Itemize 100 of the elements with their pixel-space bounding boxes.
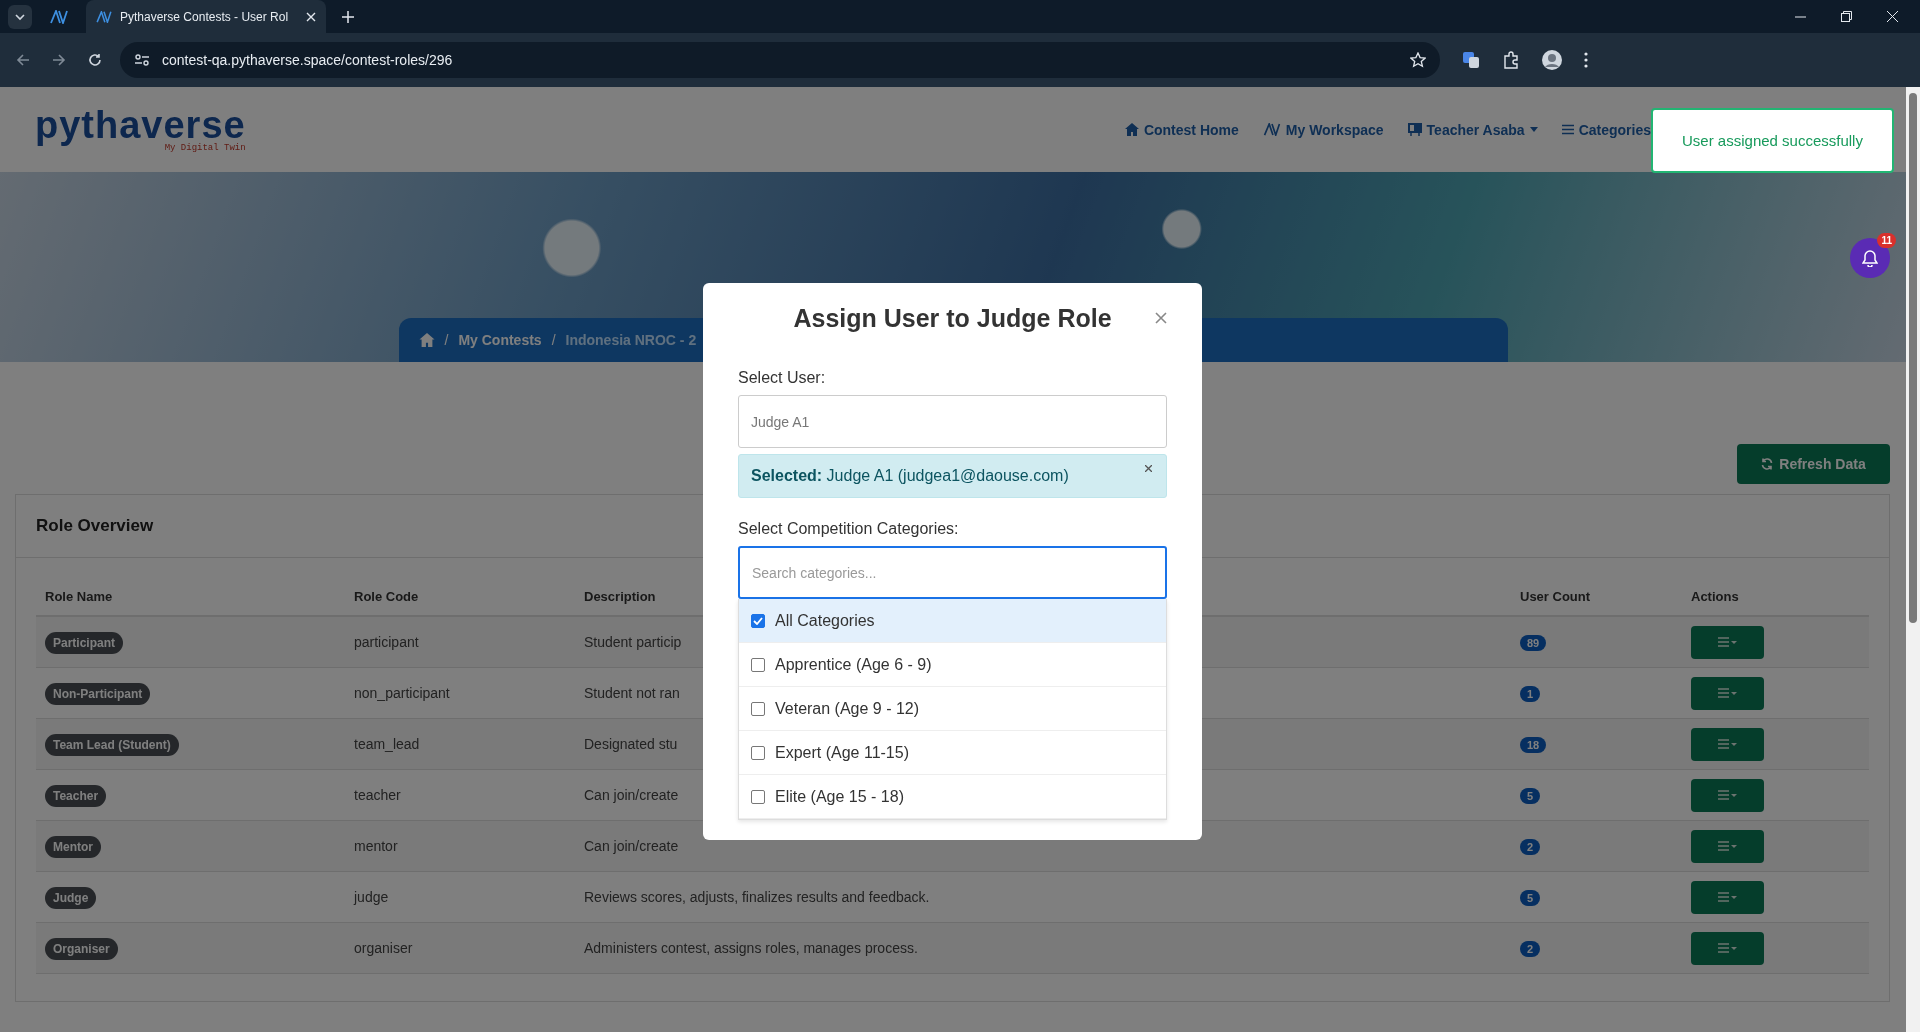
browser-tab[interactable]: Pythaverse Contests - User Rol (86, 0, 326, 33)
close-icon[interactable] (1145, 465, 1152, 472)
new-tab-icon[interactable] (342, 10, 354, 23)
more-icon[interactable] (1584, 52, 1588, 68)
column-header: Description (583, 589, 657, 604)
table-cell: Student particip (584, 634, 682, 650)
role-name-tag: Mentor (45, 836, 101, 858)
table-cell: participant (354, 634, 419, 650)
actions-dropdown-button[interactable] (1691, 676, 1764, 710)
logo[interactable]: pythaverse My Digital Twin (35, 106, 246, 153)
role-name-tag: Teacher (45, 785, 107, 807)
role-name-tag: Participant (45, 632, 123, 654)
category-option[interactable]: Elite (Age 15 - 18) (739, 775, 1166, 819)
checkbox[interactable] (751, 789, 765, 804)
selected-user-text: Selected: Judge A1 (judgea1@daouse.com) (751, 467, 1069, 485)
user-count-badge: 5 (1520, 890, 1541, 906)
forward-icon[interactable] (52, 53, 66, 67)
menu-icon (1561, 124, 1574, 135)
actions-dropdown-button[interactable] (1691, 727, 1764, 761)
category-search-field[interactable]: Search categories... (738, 546, 1167, 599)
refresh-icon (1761, 458, 1774, 470)
toast-message: User assigned successfully (1682, 132, 1863, 149)
address-bar[interactable]: contest-qa.pythaverse.space/contest-roles/296 (120, 42, 1440, 78)
chalkboard-icon (1407, 123, 1422, 136)
column-header: Actions (1690, 589, 1740, 604)
breadcrumb-link[interactable]: My Contests (458, 332, 542, 348)
breadcrumb-link[interactable]: Indonesia NROC - 2 (565, 332, 697, 348)
dialog-title: Assign User to Judge Role (793, 303, 1112, 333)
refresh-button[interactable]: Refresh Data (1737, 444, 1890, 484)
checkbox[interactable] (751, 701, 765, 716)
field-label: Select Competition Categories: (738, 520, 960, 538)
role-name-tag: Non-Participant (45, 683, 151, 705)
table-cell: non_participant (354, 685, 450, 701)
card-title: Role Overview (36, 516, 154, 536)
nav-link[interactable]: Categories (1561, 121, 1651, 138)
bell-icon (1862, 249, 1878, 267)
actions-dropdown-button[interactable] (1691, 880, 1764, 914)
role-name-tag: Team Lead (Student) (45, 734, 179, 756)
field-label: Select User: (738, 369, 827, 387)
breadcrumb-separator: / (444, 332, 449, 348)
category-option[interactable]: Veteran (Age 9 - 12) (739, 687, 1166, 731)
profile-avatar-icon[interactable] (1542, 50, 1562, 70)
checkbox[interactable] (751, 657, 765, 672)
user-input-field[interactable]: Judge A1 (738, 395, 1167, 448)
menu-caret-icon (1717, 790, 1738, 800)
menu-caret-icon (1717, 688, 1738, 698)
nav-link[interactable]: Teacher Asaba (1407, 121, 1538, 138)
star-icon[interactable] (1410, 52, 1426, 68)
home-icon[interactable] (418, 333, 435, 347)
restore-icon[interactable] (1841, 11, 1852, 22)
user-count-badge: 18 (1520, 737, 1547, 753)
translate-icon[interactable] (1462, 51, 1480, 69)
menu-caret-icon (1717, 943, 1738, 953)
table-cell: Reviews scores, adjusts, finalizes results and feedback. (584, 889, 930, 905)
table-cell: Can join/create (584, 838, 679, 854)
actions-dropdown-button[interactable] (1691, 931, 1764, 965)
table-cell: team_lead (354, 736, 420, 752)
user-count-badge: 2 (1520, 839, 1541, 855)
menu-caret-icon (1717, 637, 1738, 647)
role-name-tag: Organiser (45, 938, 118, 960)
user-count-badge: 1 (1520, 686, 1541, 702)
back-icon[interactable] (16, 53, 30, 67)
category-option[interactable]: Apprentice (Age 6 - 9) (739, 643, 1166, 687)
table-cell: Can join/create (584, 787, 679, 803)
menu-caret-icon (1717, 841, 1738, 851)
actions-dropdown-button[interactable] (1691, 778, 1764, 812)
menu-caret-icon (1717, 739, 1738, 749)
category-option[interactable]: Expert (Age 11-15) (739, 731, 1166, 775)
table-cell: Administers contest, assigns roles, manages process. (584, 940, 918, 956)
scrollbar[interactable] (1906, 87, 1920, 1032)
breadcrumb-separator: / (551, 332, 556, 348)
user-count-badge: 2 (1520, 941, 1541, 957)
column-header: Role Code (353, 589, 420, 604)
menu-caret-icon (1717, 892, 1738, 902)
table-cell: teacher (354, 787, 401, 803)
tab-search-button[interactable] (8, 4, 32, 29)
checkbox[interactable] (751, 745, 765, 760)
logo-icon (1262, 123, 1281, 136)
checkbox[interactable] (751, 613, 765, 628)
actions-dropdown-button[interactable] (1691, 829, 1764, 863)
nav-link[interactable]: Contest Home (1124, 121, 1239, 138)
table-cell: Designated stu (584, 736, 678, 752)
user-count-badge: 5 (1520, 788, 1541, 804)
table-cell: judge (354, 889, 389, 905)
role-name-tag: Judge (45, 887, 97, 909)
logo-icon (50, 9, 68, 24)
table-cell: organiser (354, 940, 413, 956)
user-count-badge: 89 (1520, 635, 1547, 651)
table-cell: Student not ran (584, 685, 680, 701)
home-icon (1124, 123, 1139, 136)
reload-icon[interactable] (88, 53, 102, 67)
column-header: User Count (1519, 589, 1592, 604)
column-header: Role Name (44, 589, 114, 604)
favicon-icon (96, 10, 112, 23)
category-option[interactable]: All Categories (739, 599, 1166, 643)
actions-dropdown-button[interactable] (1691, 625, 1764, 659)
site-info-icon[interactable] (134, 53, 150, 67)
puzzle-icon[interactable] (1502, 51, 1520, 69)
nav-link[interactable]: My Workspace (1262, 121, 1384, 138)
table-cell: mentor (354, 838, 398, 854)
